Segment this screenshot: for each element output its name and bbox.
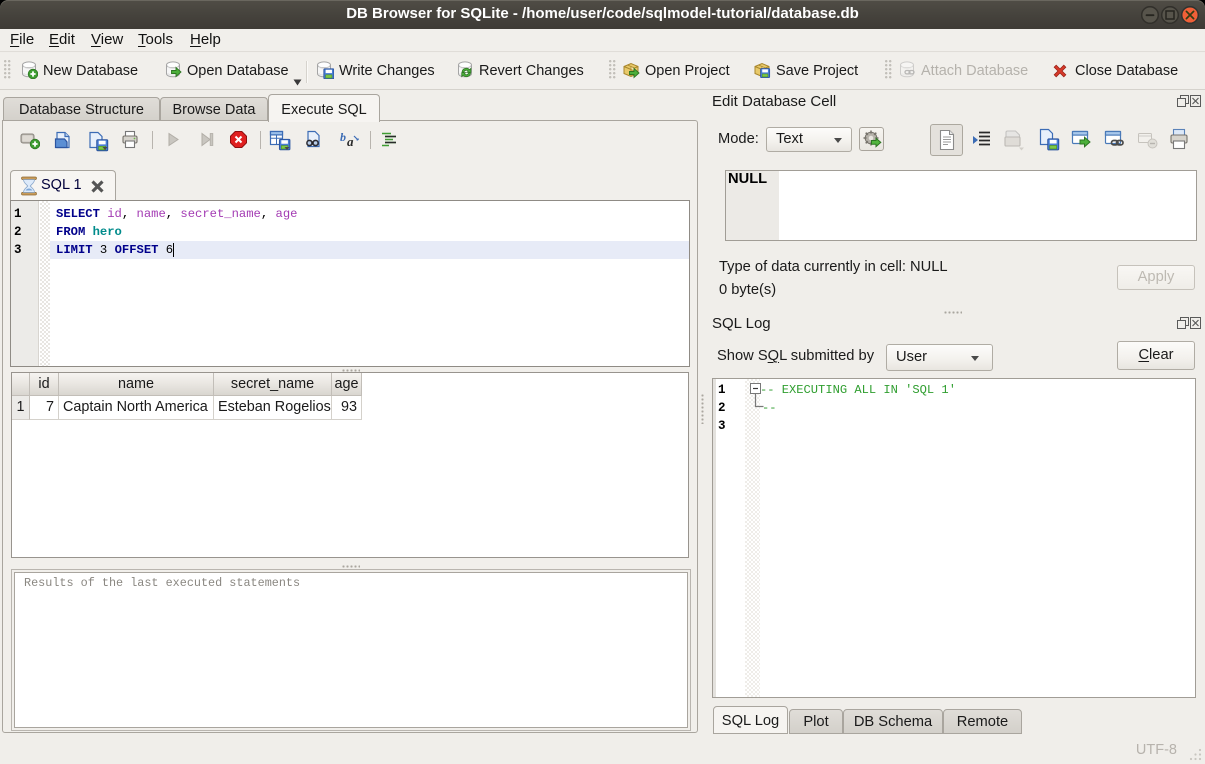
svg-text:a: a	[347, 134, 354, 149]
svg-text:b: b	[340, 130, 346, 144]
